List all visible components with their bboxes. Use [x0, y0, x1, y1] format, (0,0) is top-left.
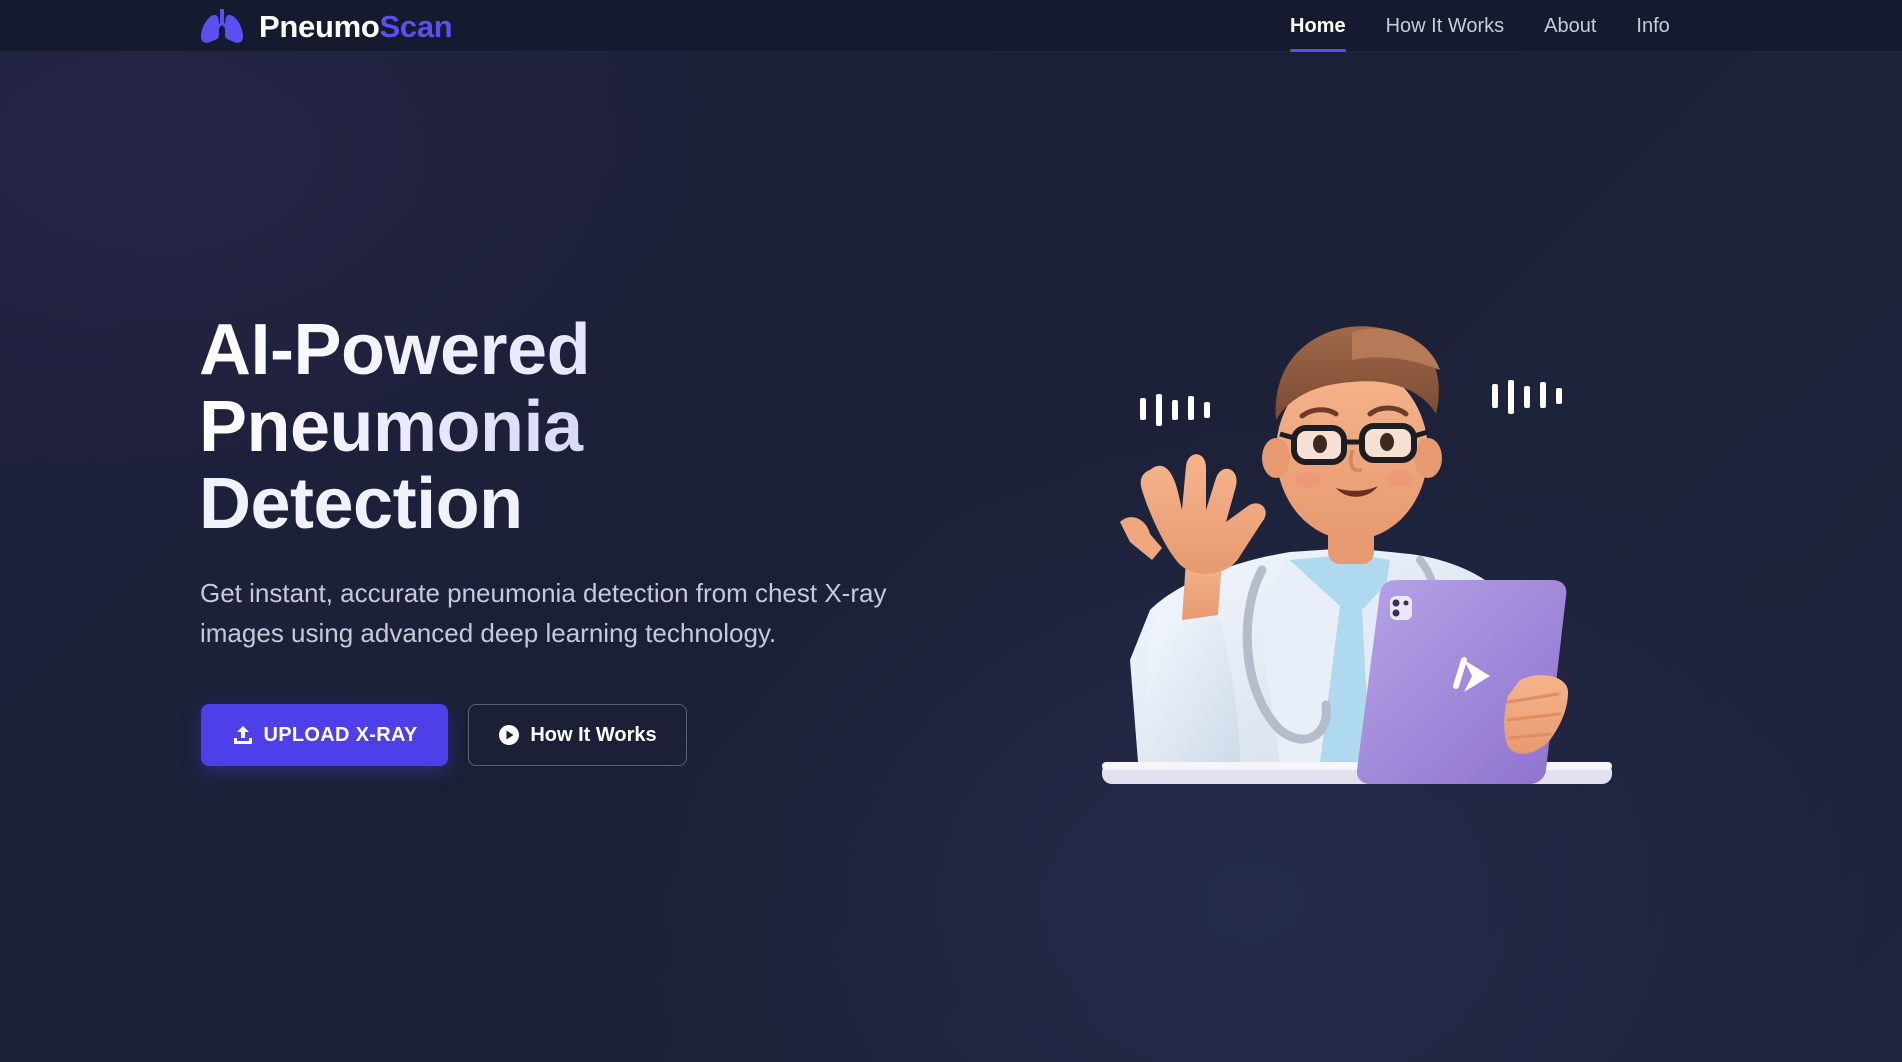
brand-name-part1: Pneumo — [259, 8, 380, 44]
upload-xray-button[interactable]: UPLOAD X-RAY — [201, 704, 448, 766]
nav-item-how-it-works[interactable]: How It Works — [1386, 0, 1505, 52]
upload-icon — [233, 726, 252, 744]
how-it-works-button-label: How It Works — [530, 723, 657, 746]
sound-bars-right — [1492, 380, 1562, 414]
sound-bars-left — [1140, 394, 1210, 426]
play-circle-icon — [499, 725, 520, 745]
upload-xray-button-label: UPLOAD X-RAY — [263, 723, 418, 746]
brand-name: PneumoScan — [259, 8, 453, 44]
hero-title-line2: Pneumonia — [199, 389, 919, 466]
hero-title: AI-Powered Pneumonia Detection — [199, 312, 919, 543]
doctor-illustration — [1102, 326, 1612, 784]
hero-subtitle: Get instant, accurate pneumonia detectio… — [200, 578, 887, 648]
nav-item-home[interactable]: Home — [1290, 0, 1346, 52]
hero-title-line1: AI-Powered — [199, 312, 919, 389]
main-nav: Home How It Works About Info — [1290, 0, 1670, 52]
lungs-icon — [201, 9, 243, 43]
how-it-works-button[interactable]: How It Works — [468, 704, 687, 766]
hero-title-line3: Detection — [199, 464, 523, 544]
brand-logo-link[interactable]: PneumoScan — [199, 7, 453, 45]
nav-item-about[interactable]: About — [1544, 0, 1596, 52]
navbar: PneumoScan Home How It Works About Info — [0, 0, 1902, 52]
brand-name-part2: Scan — [379, 8, 453, 44]
nav-item-info[interactable]: Info — [1636, 0, 1669, 52]
